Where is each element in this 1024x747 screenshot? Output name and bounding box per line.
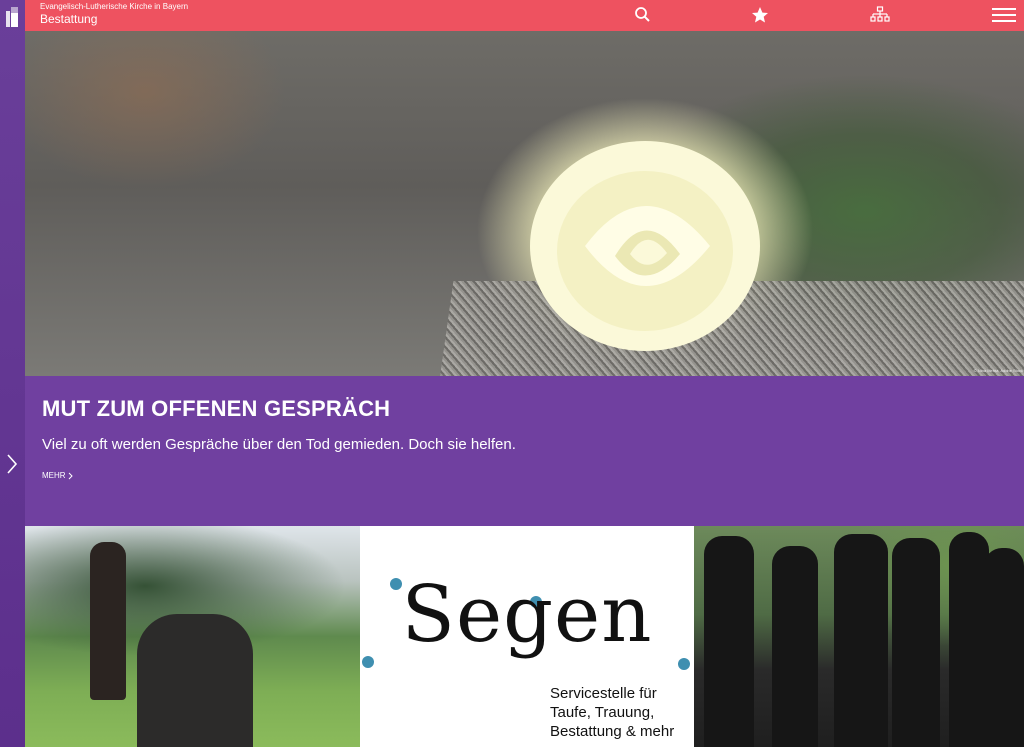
mourner-figure bbox=[772, 546, 818, 747]
white-rose-illustration bbox=[530, 141, 760, 351]
segen-subtitle: Servicestelle für Taufe, Trauung, Bestat… bbox=[550, 684, 674, 741]
chevron-right-icon[interactable] bbox=[4, 452, 20, 476]
image-credit: © Nina Mehta, Adobe Stock bbox=[973, 368, 1023, 373]
teaser-title[interactable]: MUT ZUM OFFENEN GESPRÄCH bbox=[42, 396, 390, 422]
section-title[interactable]: Bestattung bbox=[40, 12, 97, 26]
mourner-figure bbox=[90, 542, 126, 700]
search-icon[interactable] bbox=[633, 5, 653, 25]
segen-subtitle-line: Servicestelle für bbox=[550, 685, 657, 702]
teaser-text: Viel zu oft werden Gespräche über den To… bbox=[42, 436, 516, 453]
headstone-shape bbox=[137, 614, 253, 747]
mourner-figure bbox=[892, 538, 940, 747]
segen-wordmark: Segen bbox=[401, 570, 653, 660]
sitemap-icon[interactable] bbox=[870, 5, 890, 25]
chevron-right-small-icon bbox=[68, 472, 73, 480]
mourner-figure bbox=[949, 532, 989, 747]
hero-image-white-rose[interactable]: © Nina Mehta, Adobe Stock bbox=[25, 31, 1024, 376]
tile-mourners-photo[interactable] bbox=[694, 526, 1024, 747]
more-label: MEHR bbox=[42, 471, 66, 480]
more-link[interactable]: MEHR bbox=[42, 471, 74, 480]
tile-cemetery-photo[interactable] bbox=[25, 526, 360, 747]
segen-subtitle-line: Taufe, Trauung, bbox=[550, 704, 655, 721]
segen-subtitle-line: Bestattung & mehr bbox=[550, 723, 675, 740]
top-bar: Evangelisch-Lutherische Kirche in Bayern… bbox=[25, 0, 1024, 31]
menu-icon[interactable] bbox=[991, 5, 1017, 25]
church-logo-icon[interactable] bbox=[6, 7, 18, 27]
org-name[interactable]: Evangelisch-Lutherische Kirche in Bayern bbox=[40, 2, 188, 11]
teaser-panel: MUT ZUM OFFENEN GESPRÄCH Viel zu oft wer… bbox=[25, 376, 1024, 526]
mourner-figure bbox=[704, 536, 754, 747]
star-icon[interactable] bbox=[750, 5, 770, 25]
mourner-figure bbox=[834, 534, 888, 747]
side-rail bbox=[0, 0, 25, 747]
tile-segen[interactable]: Segen Servicestelle für Taufe, Trauung, … bbox=[360, 526, 694, 747]
mourner-figure bbox=[984, 548, 1024, 747]
